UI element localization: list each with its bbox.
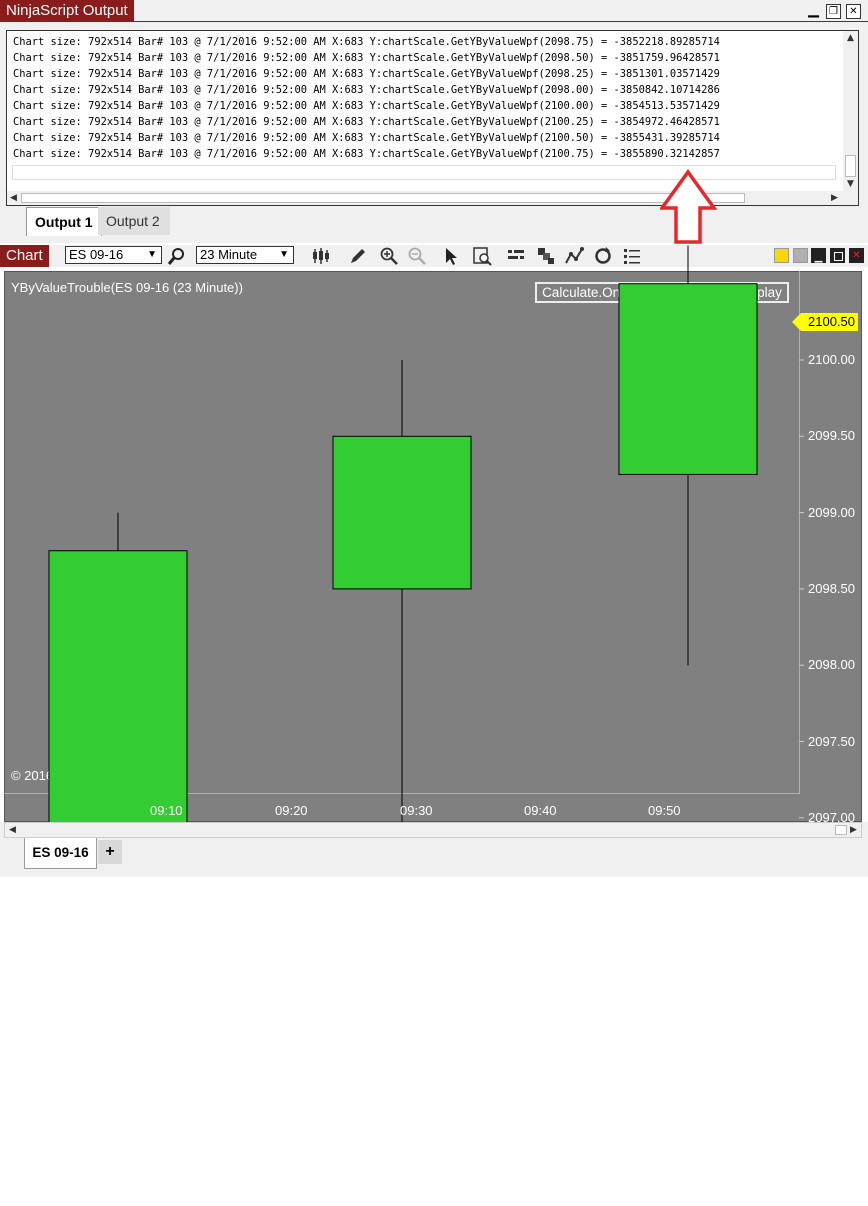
price-chart[interactable]	[0, 0, 868, 822]
price-tick-label: 2098.50	[808, 580, 855, 596]
price-tick-label: 2100.00	[808, 352, 855, 367]
price-tick-label: 2097.50	[808, 733, 855, 749]
scroll-left-icon[interactable]: ◀	[9, 825, 16, 835]
time-tick-label: 09:20	[275, 803, 308, 818]
price-tick-label: 2099.50	[808, 428, 855, 444]
price-tick-label: 2098.00	[808, 657, 855, 673]
candle-body[interactable]	[332, 435, 472, 590]
chart-scroll-thumb[interactable]	[835, 825, 847, 835]
time-tick-label: 09:50	[648, 803, 681, 818]
current-price-value: 2100.50	[808, 314, 855, 329]
price-tick-label: 2095.50	[808, 1038, 855, 1054]
scroll-right-icon[interactable]: ▶	[850, 825, 857, 835]
price-tick-label: 2094.50	[808, 1191, 855, 1206]
time-tick-label: 09:10	[150, 803, 183, 818]
time-tick-label: 09:30	[400, 803, 433, 818]
add-tab-button[interactable]: +	[98, 840, 122, 864]
time-tick-label: 09:40	[524, 803, 557, 818]
candle-body[interactable]	[48, 550, 188, 822]
candle-body[interactable]	[618, 283, 758, 475]
chart-bottom-bar: ◀ ▶ ES 09-16 +	[0, 822, 868, 877]
price-tick-label: 2099.00	[808, 504, 855, 520]
price-tick-label: 2095.00	[808, 1115, 855, 1130]
price-tick-label: 2096.00	[808, 962, 855, 978]
price-tick-label: 2096.50	[808, 886, 855, 902]
chart-horizontal-scrollbar[interactable]: ◀ ▶	[4, 822, 862, 838]
current-price-marker: 2100.50	[792, 313, 858, 331]
tab-es-09-16[interactable]: ES 09-16	[24, 838, 97, 869]
